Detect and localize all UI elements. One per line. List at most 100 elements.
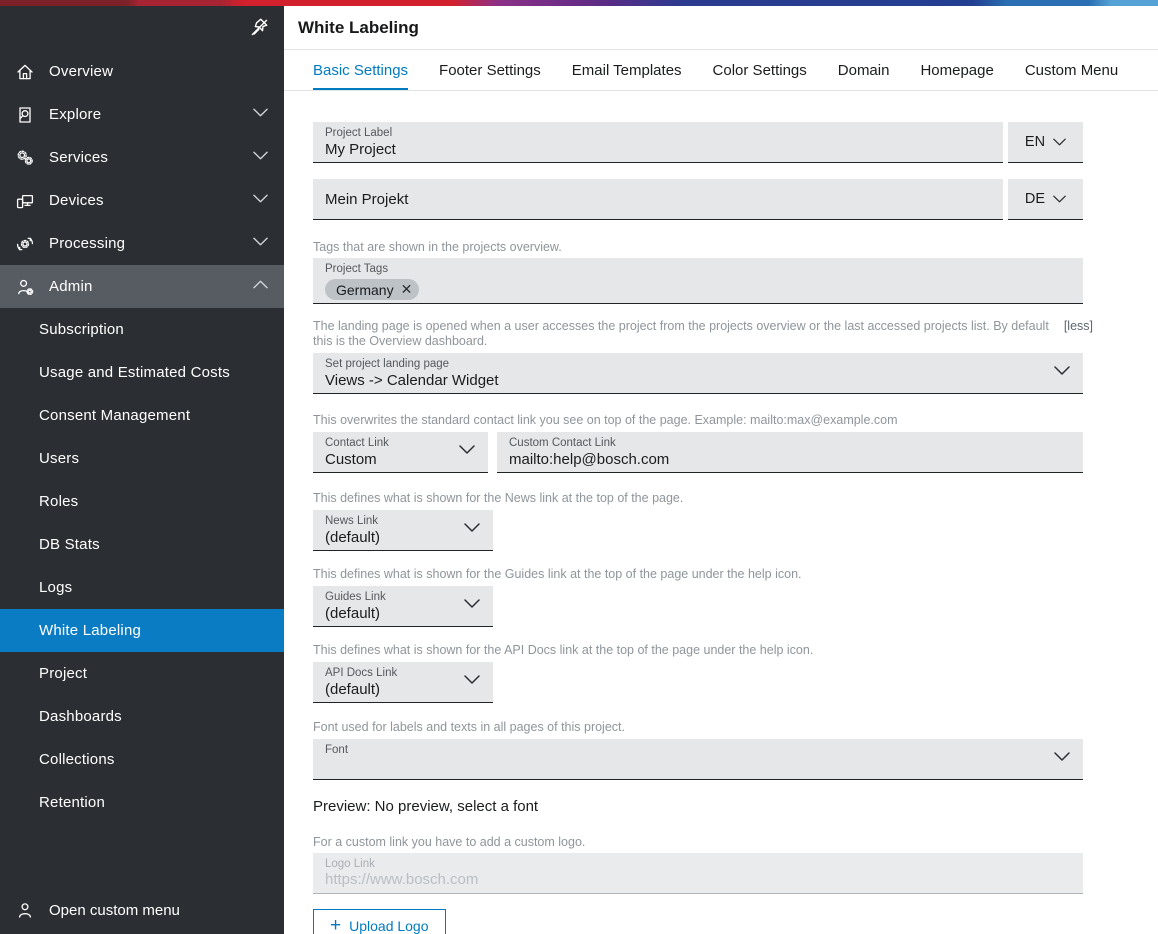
news-link-select[interactable]: News Link (default) xyxy=(313,510,493,551)
page-header: White Labeling xyxy=(284,6,1158,50)
services-icon xyxy=(14,147,36,169)
tab-label: Color Settings xyxy=(713,62,807,79)
field-label: Font xyxy=(325,744,1071,757)
sidebar-item-label: Overview xyxy=(49,63,113,80)
sidebar-item-subscription[interactable]: Subscription xyxy=(0,308,284,351)
sidebar-item-roles[interactable]: Roles xyxy=(0,480,284,523)
sub-item-label: Project xyxy=(39,665,87,682)
guides-link-select[interactable]: Guides Link (default) xyxy=(313,586,493,627)
upload-logo-label: Upload Logo xyxy=(349,918,428,934)
landing-hint: The landing page is opened when a user a… xyxy=(313,319,1050,349)
remove-tag-icon[interactable]: ✕ xyxy=(401,281,413,298)
chevron-down-icon xyxy=(464,523,480,532)
sidebar-pin-row xyxy=(0,6,284,50)
collapse-hint-link[interactable]: [less] xyxy=(1064,319,1093,334)
sidebar-item-explore[interactable]: Explore xyxy=(0,93,284,136)
tab-basic-settings[interactable]: Basic Settings xyxy=(313,50,408,90)
chevron-down-icon xyxy=(1053,195,1066,203)
field-value: (default) xyxy=(325,604,481,623)
sub-item-label: Consent Management xyxy=(39,407,190,424)
contact-link-select[interactable]: Contact Link Custom xyxy=(313,432,488,473)
sub-item-label: Retention xyxy=(39,794,105,811)
sidebar-item-dashboards[interactable]: Dashboards xyxy=(0,695,284,738)
landing-page-select[interactable]: Set project landing page Views -> Calend… xyxy=(313,353,1083,394)
sidebar-item-db-stats[interactable]: DB Stats xyxy=(0,523,284,566)
api-docs-hint: This defines what is shown for the API D… xyxy=(313,643,1083,658)
sidebar-item-white-labeling[interactable]: White Labeling xyxy=(0,609,284,652)
sidebar-item-logs[interactable]: Logs xyxy=(0,566,284,609)
unpin-icon[interactable] xyxy=(248,16,270,38)
chevron-down-icon xyxy=(1054,366,1070,375)
sub-item-label: White Labeling xyxy=(39,622,141,639)
chevron-down-icon xyxy=(1054,752,1070,761)
project-label-field[interactable]: Project Label My Project xyxy=(313,122,1003,163)
sidebar-item-services[interactable]: Services xyxy=(0,136,284,179)
contact-hint: This overwrites the standard contact lin… xyxy=(313,413,1083,428)
home-icon xyxy=(14,61,36,83)
field-label: Set project landing page xyxy=(325,358,1071,371)
field-label: Project Tags xyxy=(325,263,1071,276)
upload-logo-button[interactable]: + Upload Logo xyxy=(313,909,446,934)
logo-link-field: Logo Link xyxy=(313,853,1083,894)
field-label: Project Label xyxy=(325,127,991,140)
sub-item-label: Usage and Estimated Costs xyxy=(39,364,230,381)
sub-item-label: Collections xyxy=(39,751,115,768)
language-code: EN xyxy=(1025,134,1045,150)
tab-domain[interactable]: Domain xyxy=(838,50,890,90)
sidebar-item-collections[interactable]: Collections xyxy=(0,738,284,781)
language-select-en[interactable]: EN xyxy=(1008,122,1083,163)
tag-chip[interactable]: Germany ✕ xyxy=(325,279,419,300)
sidebar-item-project[interactable]: Project xyxy=(0,652,284,695)
tab-footer-settings[interactable]: Footer Settings xyxy=(439,50,541,90)
tags-hint: Tags that are shown in the projects over… xyxy=(313,240,1083,255)
tab-homepage[interactable]: Homepage xyxy=(920,50,993,90)
tab-color-settings[interactable]: Color Settings xyxy=(713,50,807,90)
sidebar-item-admin[interactable]: Admin xyxy=(0,265,284,308)
sidebar-item-overview[interactable]: Overview xyxy=(0,50,284,93)
logo-hint: For a custom link you have to add a cust… xyxy=(313,835,1083,850)
chevron-down-icon xyxy=(253,108,268,117)
project-label-de-row: Mein Projekt DE xyxy=(313,179,1083,220)
language-select-de[interactable]: DE xyxy=(1008,179,1083,220)
chevron-down-icon xyxy=(459,445,475,454)
sub-item-label: Subscription xyxy=(39,321,124,338)
chevron-down-icon xyxy=(253,237,268,246)
admin-submenu: Subscription Usage and Estimated Costs C… xyxy=(0,308,284,824)
sidebar-item-devices[interactable]: Devices xyxy=(0,179,284,222)
sidebar-item-retention[interactable]: Retention xyxy=(0,781,284,824)
sidebar-item-label: Processing xyxy=(49,235,125,252)
field-value: Custom xyxy=(325,450,476,469)
open-custom-menu-button[interactable]: Open custom menu xyxy=(0,886,284,934)
field-label: Contact Link xyxy=(325,437,476,450)
landing-hint-row: The landing page is opened when a user a… xyxy=(313,319,1083,349)
sidebar-item-consent-management[interactable]: Consent Management xyxy=(0,394,284,437)
logo-link-input[interactable] xyxy=(325,871,1071,888)
news-hint: This defines what is shown for the News … xyxy=(313,491,1083,506)
field-value: (default) xyxy=(325,680,481,699)
sidebar-item-processing[interactable]: Processing xyxy=(0,222,284,265)
project-label-de-field[interactable]: Mein Projekt xyxy=(313,179,1003,220)
basic-settings-form: Project Label My Project EN Mein Projekt… xyxy=(284,92,1158,934)
sidebar: Overview Explore Services Devices xyxy=(0,6,284,934)
field-value: mailto:help@bosch.com xyxy=(509,450,1071,469)
api-docs-link-select[interactable]: API Docs Link (default) xyxy=(313,662,493,703)
tab-custom-menu[interactable]: Custom Menu xyxy=(1025,50,1118,90)
tabbar: Basic Settings Footer Settings Email Tem… xyxy=(284,50,1158,91)
project-label-row: Project Label My Project EN xyxy=(313,122,1083,163)
field-value: (default) xyxy=(325,528,481,547)
sub-item-label: Roles xyxy=(39,493,78,510)
sidebar-item-users[interactable]: Users xyxy=(0,437,284,480)
field-label: Guides Link xyxy=(325,591,481,604)
font-select[interactable]: Font xyxy=(313,739,1083,780)
custom-contact-link-field[interactable]: Custom Contact Link mailto:help@bosch.co… xyxy=(497,432,1083,473)
side-footer-label: Open custom menu xyxy=(49,902,180,919)
project-tags-field[interactable]: Project Tags Germany ✕ xyxy=(313,258,1083,304)
tab-email-templates[interactable]: Email Templates xyxy=(572,50,682,90)
devices-icon xyxy=(14,190,36,212)
tab-label: Homepage xyxy=(920,62,993,79)
sidebar-item-usage-and-estimated-costs[interactable]: Usage and Estimated Costs xyxy=(0,351,284,394)
tab-label: Domain xyxy=(838,62,890,79)
admin-icon xyxy=(14,276,36,298)
main-panel: White Labeling Basic Settings Footer Set… xyxy=(284,6,1158,934)
sidebar-item-label: Admin xyxy=(49,278,93,295)
